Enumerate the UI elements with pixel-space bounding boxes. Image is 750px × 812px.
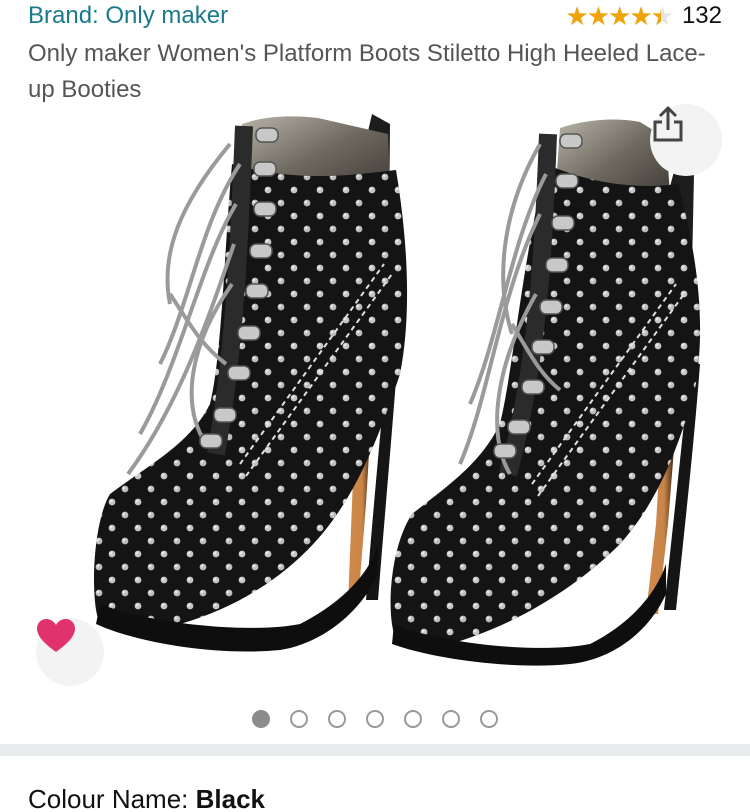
right-boot bbox=[390, 119, 701, 666]
variant-value: Black bbox=[195, 784, 266, 812]
gallery-dot[interactable] bbox=[442, 710, 460, 728]
star-rating: ★★★★★ ★★★★★ bbox=[565, 2, 674, 30]
product-image-gallery[interactable] bbox=[0, 104, 750, 694]
share-icon bbox=[653, 106, 683, 142]
gallery-dot[interactable] bbox=[290, 710, 308, 728]
gallery-dot[interactable] bbox=[480, 710, 498, 728]
product-image bbox=[94, 114, 701, 666]
gallery-dot[interactable] bbox=[252, 710, 270, 728]
star-fill: ★★★★★ bbox=[565, 2, 661, 30]
gallery-dot[interactable] bbox=[328, 710, 346, 728]
heart-icon bbox=[37, 619, 75, 652]
brand-link[interactable]: Brand: Only maker bbox=[28, 2, 228, 30]
gallery-dot[interactable] bbox=[404, 710, 422, 728]
gallery-dot[interactable] bbox=[366, 710, 384, 728]
variant-selector: Colour Name: Black bbox=[28, 784, 265, 812]
product-title: Only maker Women's Platform Boots Stilet… bbox=[28, 40, 706, 103]
share-button[interactable] bbox=[650, 104, 722, 176]
wishlist-button[interactable] bbox=[36, 618, 104, 686]
section-divider bbox=[0, 744, 750, 756]
rating-summary[interactable]: ★★★★★ ★★★★★ 132 bbox=[565, 2, 722, 30]
variant-label: Colour Name: bbox=[28, 784, 196, 812]
product-header: Brand: Only maker ★★★★★ ★★★★★ 132 Only m… bbox=[0, 0, 750, 104]
left-boot bbox=[94, 114, 408, 652]
review-count[interactable]: 132 bbox=[682, 2, 722, 30]
gallery-pagination[interactable] bbox=[0, 694, 750, 744]
